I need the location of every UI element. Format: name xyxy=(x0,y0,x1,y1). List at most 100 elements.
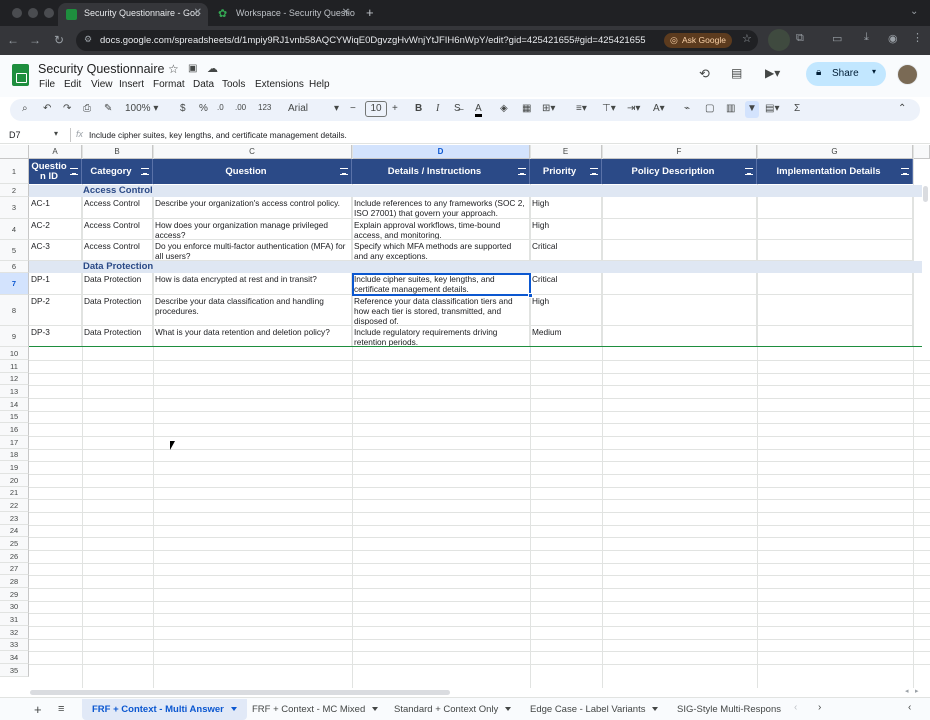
selected-cell-d7[interactable] xyxy=(352,273,531,296)
spreadsheet-grid[interactable]: A B C D E F G 1 2 3 4 5 6 7 8 9 10 11 12… xyxy=(0,145,930,688)
cell-priority[interactable]: High xyxy=(530,295,602,326)
reload-icon[interactable]: ↻ xyxy=(52,33,66,47)
back-arrow-icon[interactable]: ← xyxy=(6,33,20,47)
cell-implementation[interactable] xyxy=(757,295,913,326)
header-cell-implementation-details[interactable]: Implementation Details xyxy=(757,159,913,184)
cloud-saved-icon[interactable]: ☁ xyxy=(207,62,218,75)
star-icon[interactable]: ☆ xyxy=(168,62,179,76)
row-header[interactable]: 8 xyxy=(0,295,29,326)
cell-question[interactable]: How does your organization manage privil… xyxy=(153,219,352,240)
cell-question[interactable]: Describe your data classification and ha… xyxy=(153,295,352,326)
row-header[interactable]: 7 xyxy=(0,273,29,295)
cell-question[interactable]: How is data encrypted at rest and in tra… xyxy=(153,273,352,295)
menu-tools[interactable]: Tools xyxy=(222,79,245,90)
cell-question[interactable]: Describe your organization's access cont… xyxy=(153,197,352,219)
comments-icon[interactable]: ▤ xyxy=(731,66,742,80)
header-cell-question-id[interactable]: Questio n ID xyxy=(29,159,82,184)
sheet-tab-menu-icon[interactable] xyxy=(652,707,659,712)
window-minimize-button[interactable] xyxy=(28,8,38,18)
filter-icon[interactable] xyxy=(340,168,348,175)
all-sheets-menu-icon[interactable]: ≡ xyxy=(58,703,64,715)
cell-details[interactable]: Include regulatory requirements driving … xyxy=(352,326,530,347)
header-cell-details[interactable]: Details / Instructions xyxy=(352,159,530,184)
search-menus-icon[interactable]: ⌕ xyxy=(22,103,28,114)
strikethrough-icon[interactable]: S̶ xyxy=(454,103,461,114)
row-header[interactable]: 32 xyxy=(0,626,29,639)
scroll-left-icon[interactable]: ◂ xyxy=(905,687,909,695)
menu-help[interactable]: Help xyxy=(309,79,330,90)
font-select[interactable]: Arial ▾ xyxy=(288,103,339,114)
row-header[interactable]: 24 xyxy=(0,525,29,537)
cell-category[interactable]: Access Control xyxy=(82,219,153,240)
sheet-tab-menu-icon[interactable] xyxy=(372,707,379,712)
borders-icon[interactable]: ▦ xyxy=(522,103,531,114)
cell-policy[interactable] xyxy=(602,295,757,326)
row-header[interactable]: 6 xyxy=(0,261,29,273)
column-header-b[interactable]: B xyxy=(82,145,153,159)
cell-priority[interactable]: High xyxy=(530,219,602,240)
close-tab-icon[interactable]: ✕ xyxy=(194,7,202,18)
cell-implementation[interactable] xyxy=(757,326,913,347)
row-header[interactable]: 9 xyxy=(0,326,29,347)
extension-active-icon[interactable] xyxy=(768,29,790,51)
row-header[interactable]: 34 xyxy=(0,651,29,664)
cell-category[interactable]: Data Protection xyxy=(82,295,153,326)
cell-category[interactable]: Access Control xyxy=(82,197,153,219)
header-cell-policy-description[interactable]: Policy Description xyxy=(602,159,757,184)
cell-details[interactable]: Reference your data classification tiers… xyxy=(352,295,530,326)
filter-icon[interactable]: ▼ xyxy=(745,101,759,118)
browser-menu-icon[interactable]: ⋮ xyxy=(912,31,923,44)
row-header[interactable]: 35 xyxy=(0,664,29,677)
cell-question[interactable]: What is your data retention and deletion… xyxy=(153,326,352,347)
column-header-g[interactable]: G xyxy=(757,145,913,159)
browser-tab-workspace[interactable]: ✿ Workspace - Security Questio ✕ xyxy=(210,3,356,26)
bookmark-star-icon[interactable]: ☆ xyxy=(742,32,752,45)
move-folder-icon[interactable]: ▣ xyxy=(188,63,197,74)
tab-search-chevron-icon[interactable]: ⌄ xyxy=(910,6,918,17)
horizontal-align-icon[interactable]: ≡▾ xyxy=(576,103,587,114)
scroll-tabs-left-icon[interactable]: ‹ xyxy=(794,702,797,713)
row-header[interactable]: 14 xyxy=(0,398,29,411)
cell-id[interactable]: AC-3 xyxy=(29,240,82,261)
header-cell-question[interactable]: Question xyxy=(153,159,352,184)
cell-priority[interactable]: Critical xyxy=(530,240,602,261)
cell-policy[interactable] xyxy=(602,219,757,240)
row-header[interactable]: 3 xyxy=(0,197,29,219)
share-dropdown-icon[interactable]: ▾ xyxy=(872,67,876,76)
functions-icon[interactable]: Σ xyxy=(794,103,800,114)
menu-file[interactable]: File xyxy=(39,79,55,90)
undo-icon[interactable]: ↶ xyxy=(43,103,51,114)
tab-frf-context-mc-mixed[interactable]: FRF + Context - MC Mixed xyxy=(252,704,379,715)
row-header[interactable]: 31 xyxy=(0,613,29,626)
text-rotation-icon[interactable]: A▾ xyxy=(653,103,665,114)
cell-category[interactable]: Data Protection xyxy=(82,273,153,295)
scroll-right-icon[interactable]: ▸ xyxy=(915,687,919,695)
column-header-a[interactable]: A xyxy=(29,145,82,159)
row-header[interactable]: 1 xyxy=(0,159,29,184)
percent-format-button[interactable]: % xyxy=(199,103,208,114)
column-header-e[interactable]: E xyxy=(530,145,602,159)
cell-policy[interactable] xyxy=(602,273,757,295)
column-header-f[interactable]: F xyxy=(602,145,757,159)
cell-id[interactable]: AC-1 xyxy=(29,197,82,219)
version-history-icon[interactable]: ⟲ xyxy=(699,66,710,82)
cell-category[interactable]: Data Protection xyxy=(82,326,153,347)
browser-tab-sheets[interactable]: Security Questionnaire - Goo ✕ xyxy=(58,3,208,26)
row-header[interactable]: 12 xyxy=(0,373,29,385)
row-header[interactable]: 21 xyxy=(0,487,29,499)
cell-priority[interactable]: Critical xyxy=(530,273,602,295)
header-cell-priority[interactable]: Priority xyxy=(530,159,602,184)
row-header[interactable]: 30 xyxy=(0,601,29,613)
cell-id[interactable]: AC-2 xyxy=(29,219,82,240)
add-sheet-button[interactable]: + xyxy=(34,702,42,717)
decrease-decimal-button[interactable]: .0 xyxy=(217,103,224,112)
row-header[interactable]: 33 xyxy=(0,639,29,651)
side-panel-icon[interactable]: ▭ xyxy=(832,32,842,45)
cell-policy[interactable] xyxy=(602,326,757,347)
vertical-scrollbar[interactable] xyxy=(923,186,928,202)
menu-view[interactable]: View xyxy=(91,79,113,90)
row-header[interactable]: 20 xyxy=(0,474,29,487)
meet-video-icon[interactable]: ▶▾ xyxy=(765,66,780,80)
horizontal-scrollbar[interactable] xyxy=(30,690,450,695)
avatar[interactable] xyxy=(897,64,918,85)
